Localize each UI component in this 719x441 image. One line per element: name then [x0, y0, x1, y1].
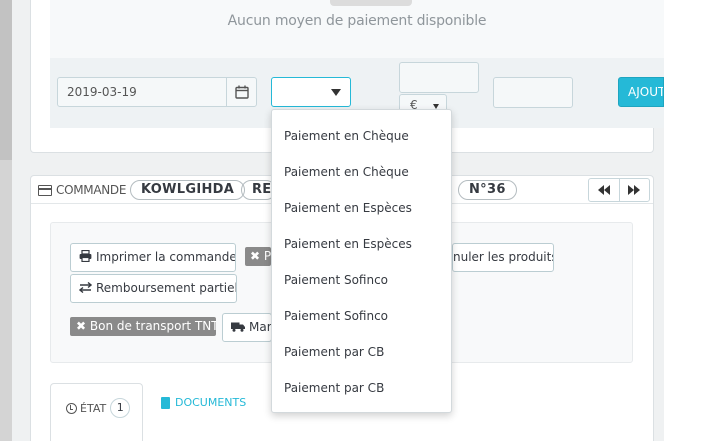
dropdown-option[interactable]: Paiement par CB	[272, 370, 451, 406]
tnt-transport-tag[interactable]: ✖ Bon de transport TNT	[70, 317, 216, 336]
dropdown-option[interactable]: Paiement en Espèces	[272, 226, 451, 262]
cancel-products-label: nuler les produits	[453, 250, 554, 264]
exchange-icon	[79, 282, 92, 293]
payment-table-empty-row	[50, 0, 664, 58]
payment-invoice-input[interactable]	[493, 77, 573, 108]
previous-order-button[interactable]	[589, 179, 619, 201]
tnt-transport-label: Bon de transport TNT	[89, 319, 216, 333]
dropdown-option[interactable]: Paiement en Chèque	[272, 154, 451, 190]
print-order-button[interactable]: Imprimer la commande	[70, 243, 236, 272]
dropdown-option[interactable]: Paiement en Espèces	[272, 190, 451, 226]
tab-status[interactable]: ÉTAT 1	[50, 383, 143, 441]
fast-backward-icon	[597, 185, 610, 195]
tab-status-label: ÉTAT	[80, 401, 107, 415]
dropdown-option[interactable]: Paiement Sofinco	[272, 262, 451, 298]
right-margin	[664, 0, 719, 441]
close-icon: ✖	[76, 319, 90, 333]
partial-refund-button[interactable]: Remboursement partiel	[70, 274, 237, 303]
order-panel-header: COMMANDE	[38, 179, 132, 201]
dropdown-option[interactable]: Paiement Sofinco	[272, 298, 451, 334]
order-reference-badge: KOWLGIHDA	[130, 180, 246, 200]
order-tag-partial-label: P	[263, 249, 271, 263]
page-scrollbar[interactable]	[0, 0, 12, 441]
dropdown-option[interactable]: Paiement en Chèque	[272, 118, 451, 154]
manual-shipping-label: Mar	[249, 320, 272, 334]
dropdown-option[interactable]: Paiement par CB	[272, 334, 451, 370]
order-tag-partial[interactable]: ✖ P	[245, 247, 271, 266]
truck-icon	[231, 322, 245, 332]
add-payment-button[interactable]: AJOUTER	[618, 77, 664, 107]
order-navigation	[588, 178, 650, 202]
fast-forward-icon	[628, 185, 641, 195]
order-number-badge: N°36	[458, 180, 517, 200]
partial-refund-label: Remboursement partiel	[96, 281, 237, 295]
manual-shipping-button[interactable]: Mar	[222, 313, 272, 342]
clock-icon	[66, 402, 77, 414]
calendar-icon	[235, 85, 249, 99]
chevron-down-icon	[331, 89, 341, 96]
close-icon: ✖	[250, 249, 264, 263]
payment-method-select[interactable]	[271, 77, 351, 107]
scrollbar-thumb[interactable]	[0, 0, 12, 160]
print-order-label: Imprimer la commande	[96, 250, 236, 264]
tab-status-count: 1	[110, 398, 131, 418]
tab-documents[interactable]: DOCUMENTS	[161, 396, 246, 409]
next-order-button[interactable]	[618, 179, 649, 201]
payment-amount-input[interactable]	[399, 62, 479, 93]
printer-icon	[79, 250, 92, 262]
payment-date-input[interactable]: 2019-03-19	[57, 77, 227, 107]
no-payment-method-message: Aucun moyen de paiement disponible	[227, 13, 487, 29]
payment-method-dropdown: Paiement en Chèque Paiement en Chèque Pa…	[271, 109, 452, 413]
payment-header-pill	[330, 0, 412, 6]
order-section-label: COMMANDE	[56, 183, 127, 197]
document-icon	[161, 396, 170, 409]
credit-card-icon	[38, 184, 52, 196]
tab-documents-label: DOCUMENTS	[175, 396, 247, 409]
calendar-button[interactable]	[226, 77, 257, 107]
cancel-products-button[interactable]: nuler les produits	[452, 243, 554, 272]
